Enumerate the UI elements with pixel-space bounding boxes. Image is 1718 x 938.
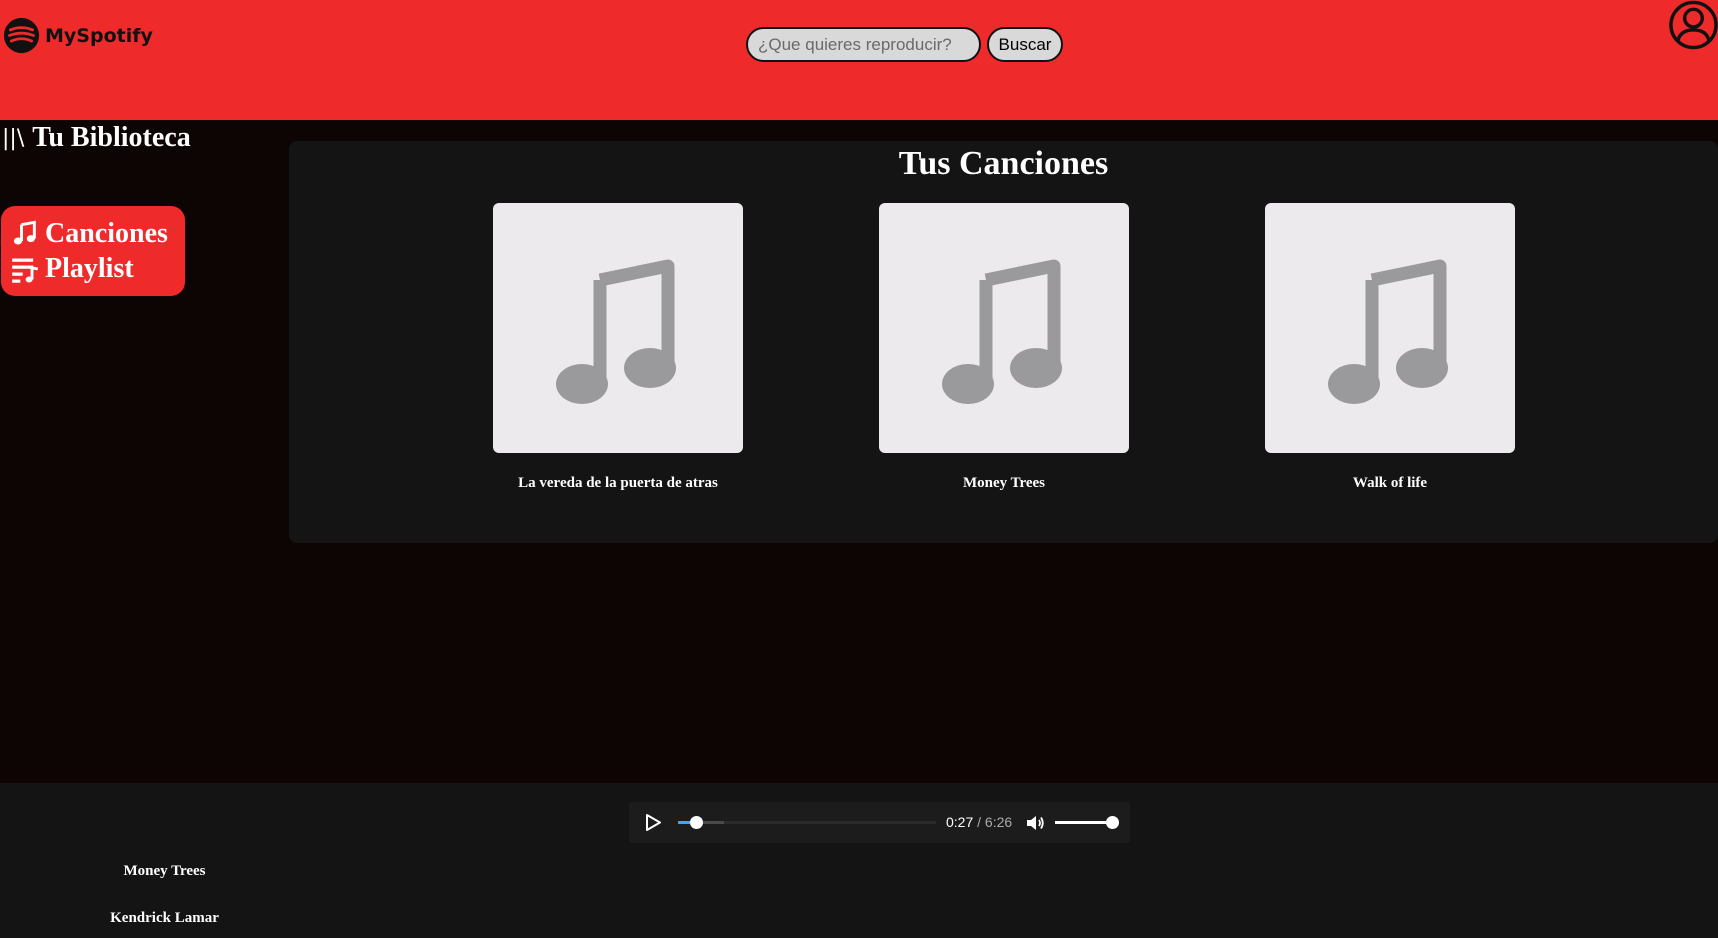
search-button[interactable]: Buscar — [987, 27, 1063, 62]
library-title: Tu Biblioteca — [32, 122, 191, 153]
progress-handle[interactable] — [690, 816, 704, 829]
songs-panel: Tus Canciones La vereda de la puerta de … — [289, 141, 1718, 543]
now-playing-artist: Kendrick Lamar — [110, 910, 219, 926]
song-cover[interactable] — [493, 203, 743, 453]
search-input[interactable] — [746, 27, 981, 62]
menu-item-playlist[interactable]: Playlist — [11, 251, 185, 286]
library-menu: Canciones Playlist — [1, 206, 185, 296]
top-header: MySpotify Buscar — [0, 0, 1718, 120]
music-note-icon — [1328, 259, 1448, 404]
duration: 6:26 — [984, 814, 1013, 830]
menu-item-label: Canciones — [45, 217, 168, 249]
logo-icon — [3, 17, 40, 54]
song-card[interactable]: Money Trees — [879, 203, 1129, 492]
volume-slider[interactable] — [1055, 816, 1119, 829]
time-separator: / — [973, 814, 985, 830]
progress-slider[interactable] — [678, 816, 936, 829]
play-icon[interactable] — [645, 814, 661, 831]
song-title: La vereda de la puerta de atras — [518, 475, 718, 491]
music-note-icon — [556, 259, 676, 404]
song-title: Walk of life — [1352, 475, 1428, 491]
playlist-icon — [12, 258, 39, 283]
current-time: 0:27 — [946, 814, 974, 830]
music-note-icon — [942, 259, 1062, 404]
app-name: MySpotify — [45, 24, 153, 47]
song-card[interactable]: Walk of life — [1265, 203, 1515, 492]
song-cover[interactable] — [1265, 203, 1515, 453]
app-logo[interactable]: MySpotify — [3, 17, 153, 54]
user-profile-icon[interactable] — [1667, 0, 1718, 52]
volume-fill — [1055, 821, 1112, 824]
page-title: Tus Canciones — [898, 145, 1109, 182]
library-header[interactable]: ||\ Tu Biblioteca — [2, 122, 191, 154]
menu-item-label: Playlist — [45, 252, 134, 284]
volume-icon[interactable] — [1025, 813, 1045, 833]
now-playing-title: Money Trees — [123, 863, 206, 879]
time-display: 0:27 / 6:26 — [946, 814, 1012, 830]
menu-item-canciones[interactable]: Canciones — [11, 216, 185, 251]
library-icon: ||\ — [2, 125, 25, 151]
song-title: Money Trees — [962, 475, 1046, 491]
music-note-icon — [13, 220, 36, 244]
volume-handle[interactable] — [1106, 816, 1119, 829]
song-card[interactable]: La vereda de la puerta de atras — [493, 203, 743, 492]
audio-player: 0:27 / 6:26 — [629, 802, 1130, 843]
song-cover[interactable] — [879, 203, 1129, 453]
